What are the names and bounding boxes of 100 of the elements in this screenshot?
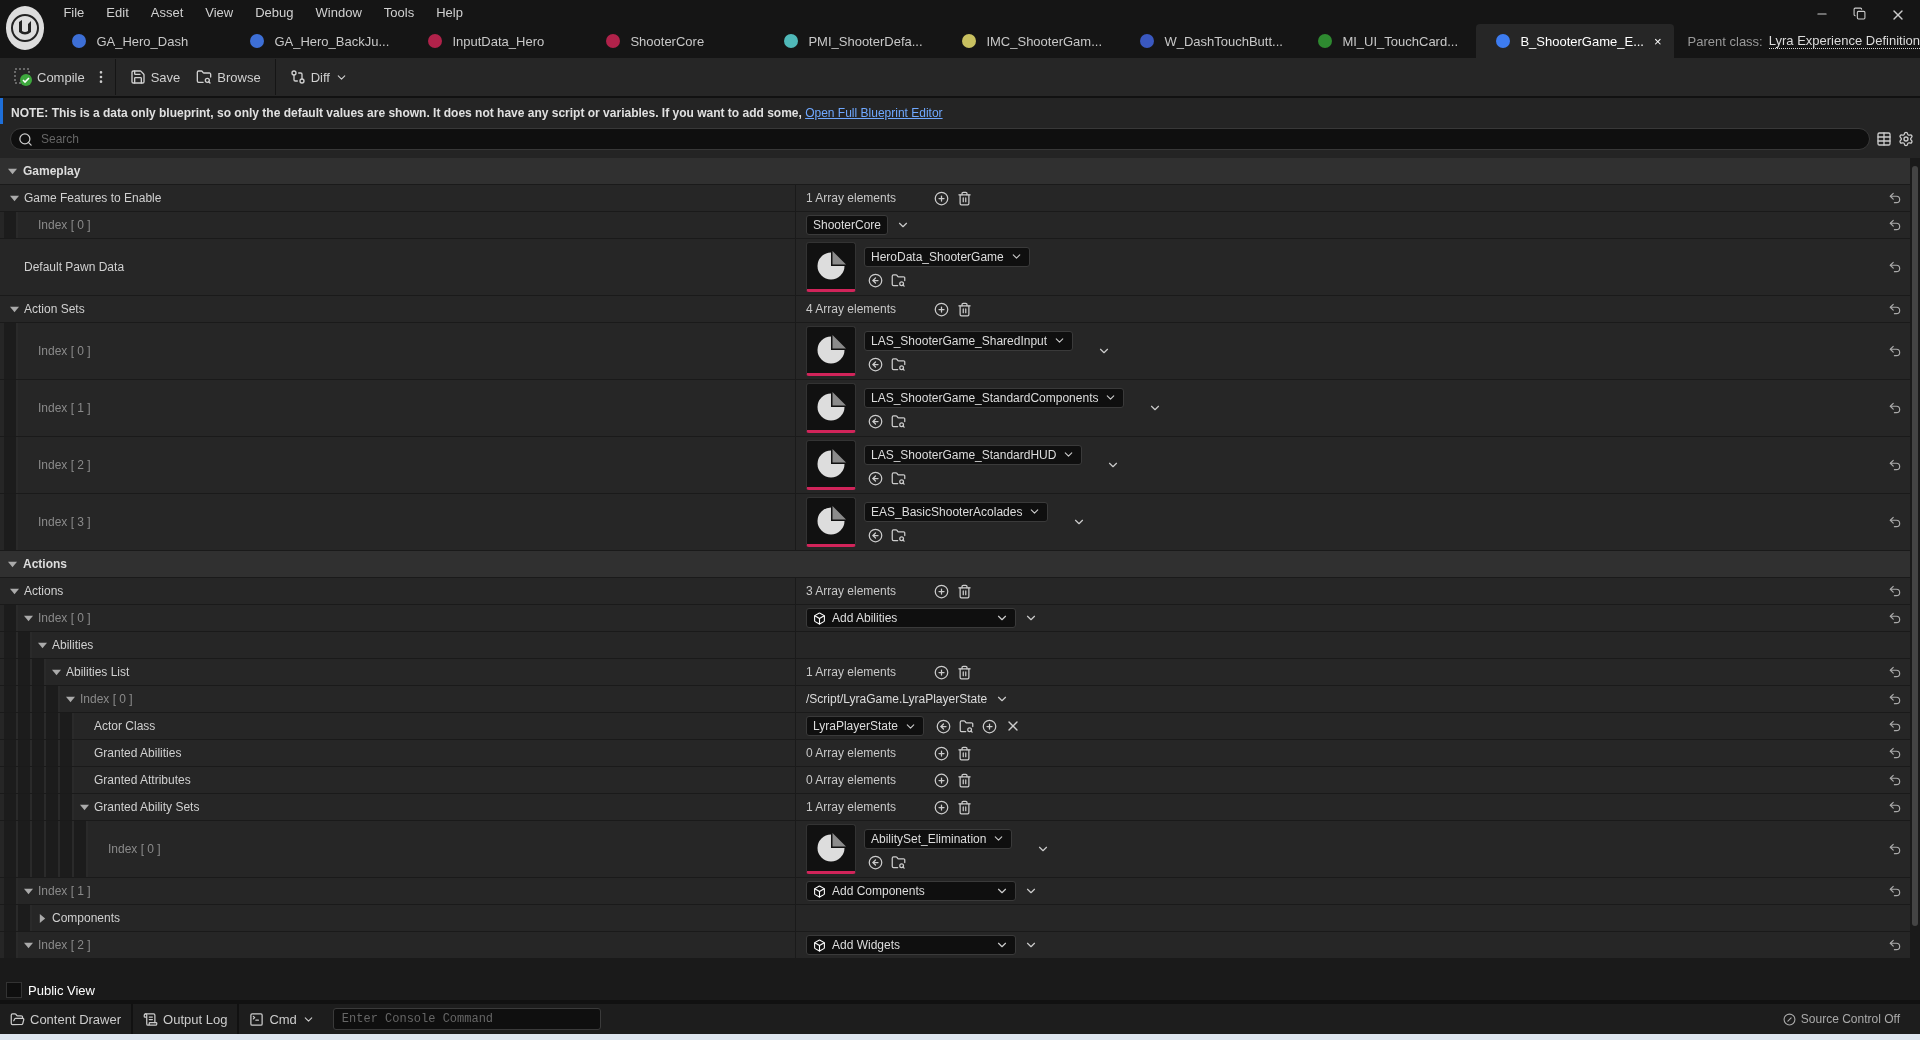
asset-dropdown[interactable]: LAS_ShooterGame_StandardHUD xyxy=(864,444,1083,465)
add-element-icon[interactable] xyxy=(934,772,949,788)
category-row[interactable]: Gameplay xyxy=(0,158,1910,185)
reset-icon[interactable] xyxy=(1888,401,1902,415)
reset-icon[interactable] xyxy=(1888,746,1902,760)
reset-icon[interactable] xyxy=(1888,692,1902,706)
reset-icon[interactable] xyxy=(1888,938,1902,952)
add-icon[interactable] xyxy=(981,718,997,734)
class-dropdown[interactable]: Add Widgets xyxy=(806,935,1016,955)
menu-item[interactable]: File xyxy=(52,4,96,20)
expand-arrow-icon[interactable] xyxy=(23,940,33,950)
class-dropdown[interactable]: Add Abilities xyxy=(806,608,1016,628)
menu-item[interactable]: Help xyxy=(425,4,474,20)
reset-icon[interactable] xyxy=(1888,884,1902,898)
checkbox[interactable] xyxy=(6,982,22,998)
table-view-icon[interactable] xyxy=(1876,131,1892,147)
use-selected-icon[interactable] xyxy=(868,413,883,429)
expand-arrow-icon[interactable] xyxy=(9,586,19,596)
use-selected-icon[interactable] xyxy=(868,470,883,486)
use-selected-icon[interactable] xyxy=(868,356,883,372)
asset-dropdown[interactable]: AbilitySet_Elimination xyxy=(864,828,1013,849)
reset-icon[interactable] xyxy=(1888,218,1902,232)
menu-item[interactable]: Asset xyxy=(139,4,195,20)
reset-icon[interactable] xyxy=(1888,611,1902,625)
document-tab[interactable]: W_DashTouchButt... xyxy=(1120,24,1299,58)
settings-icon[interactable] xyxy=(1898,131,1914,147)
reset-icon[interactable] xyxy=(1888,584,1902,598)
delete-icon[interactable] xyxy=(957,583,972,599)
browse-icon[interactable] xyxy=(891,272,906,288)
use-selected-icon[interactable] xyxy=(868,527,883,543)
document-tab[interactable]: B_ShooterGame_E... × xyxy=(1476,24,1674,58)
use-selected-icon[interactable] xyxy=(868,272,883,288)
expand-arrow-icon[interactable] xyxy=(8,559,17,569)
browse-icon[interactable] xyxy=(891,854,906,870)
delete-icon[interactable] xyxy=(957,772,972,788)
menu-item[interactable]: Debug xyxy=(244,4,305,20)
save-button[interactable]: Save xyxy=(121,65,189,89)
reset-icon[interactable] xyxy=(1888,842,1902,856)
reset-icon[interactable] xyxy=(1888,458,1902,472)
search-field[interactable]: Search xyxy=(10,128,1870,150)
expand-arrow-icon[interactable] xyxy=(9,193,19,203)
reset-icon[interactable] xyxy=(1888,665,1902,679)
document-tab[interactable]: MI_UI_TouchCard... xyxy=(1298,24,1477,58)
open-editor-link[interactable]: Open Full Blueprint Editor xyxy=(805,106,943,120)
use-selected-icon[interactable] xyxy=(868,854,883,870)
expand-arrow-icon[interactable] xyxy=(9,304,19,314)
use-selected-icon[interactable] xyxy=(935,718,951,734)
menu-item[interactable]: Edit xyxy=(95,4,140,20)
reset-icon[interactable] xyxy=(1888,773,1902,787)
expand-arrow-icon[interactable] xyxy=(79,802,89,812)
document-tab[interactable]: GA_Hero_BackJu... xyxy=(230,24,409,58)
expand-arrow-icon[interactable] xyxy=(51,667,61,677)
expand-arrow-icon[interactable] xyxy=(65,694,75,704)
browse-button[interactable]: Browse xyxy=(188,65,269,89)
class-dropdown[interactable]: Add Components xyxy=(806,881,1016,901)
parent-class-link[interactable]: Lyra Experience Definition xyxy=(1768,33,1920,49)
compile-button[interactable]: Compile xyxy=(6,64,93,90)
expand-arrow-icon[interactable] xyxy=(37,640,47,650)
add-element-icon[interactable] xyxy=(934,664,949,680)
category-row[interactable]: Actions xyxy=(0,551,1910,578)
reset-icon[interactable] xyxy=(1888,515,1902,529)
close-tab-button[interactable]: × xyxy=(1654,33,1662,49)
menu-item[interactable]: Tools xyxy=(372,4,426,20)
asset-dropdown[interactable]: LAS_ShooterGame_SharedInput xyxy=(864,330,1074,351)
asset-dropdown[interactable]: HeroData_ShooterGame xyxy=(864,246,1030,267)
reset-icon[interactable] xyxy=(1888,302,1902,316)
add-element-icon[interactable] xyxy=(934,745,949,761)
class-dropdown[interactable]: LyraPlayerState xyxy=(806,716,924,736)
add-element-icon[interactable] xyxy=(934,301,949,317)
restore-icon[interactable] xyxy=(1853,7,1866,20)
add-element-icon[interactable] xyxy=(934,190,949,206)
reset-icon[interactable] xyxy=(1888,800,1902,814)
value-dropdown[interactable]: ShooterCore xyxy=(806,215,889,235)
expand-arrow-icon[interactable] xyxy=(37,913,47,923)
reset-icon[interactable] xyxy=(1888,719,1902,733)
add-element-icon[interactable] xyxy=(934,799,949,815)
browse-icon[interactable] xyxy=(891,356,906,372)
browse-icon[interactable] xyxy=(891,470,906,486)
delete-icon[interactable] xyxy=(957,745,972,761)
app-logo[interactable] xyxy=(6,6,45,50)
delete-icon[interactable] xyxy=(957,301,972,317)
document-tab[interactable]: PMI_ShooterDefa... xyxy=(764,24,943,58)
browse-icon[interactable] xyxy=(891,527,906,543)
diff-button[interactable]: Diff xyxy=(281,65,356,89)
browse-icon[interactable] xyxy=(958,718,974,734)
source-control-status[interactable]: Source Control Off xyxy=(1782,1012,1920,1026)
document-tab[interactable]: InputData_Hero xyxy=(408,24,587,58)
menu-item[interactable]: Window xyxy=(304,4,373,20)
browse-icon[interactable] xyxy=(891,413,906,429)
reset-icon[interactable] xyxy=(1888,344,1902,358)
menu-item[interactable]: View xyxy=(194,4,245,20)
expand-arrow-icon[interactable] xyxy=(8,166,17,176)
expand-arrow-icon[interactable] xyxy=(23,613,33,623)
expand-arrow-icon[interactable] xyxy=(23,886,33,896)
asset-dropdown[interactable]: LAS_ShooterGame_StandardComponents xyxy=(864,387,1125,408)
delete-icon[interactable] xyxy=(957,190,972,206)
document-tab[interactable]: ShooterCore xyxy=(586,24,765,58)
document-tab[interactable]: GA_Hero_Dash xyxy=(52,24,231,58)
delete-icon[interactable] xyxy=(957,799,972,815)
document-tab[interactable]: IMC_ShooterGam... xyxy=(942,24,1121,58)
